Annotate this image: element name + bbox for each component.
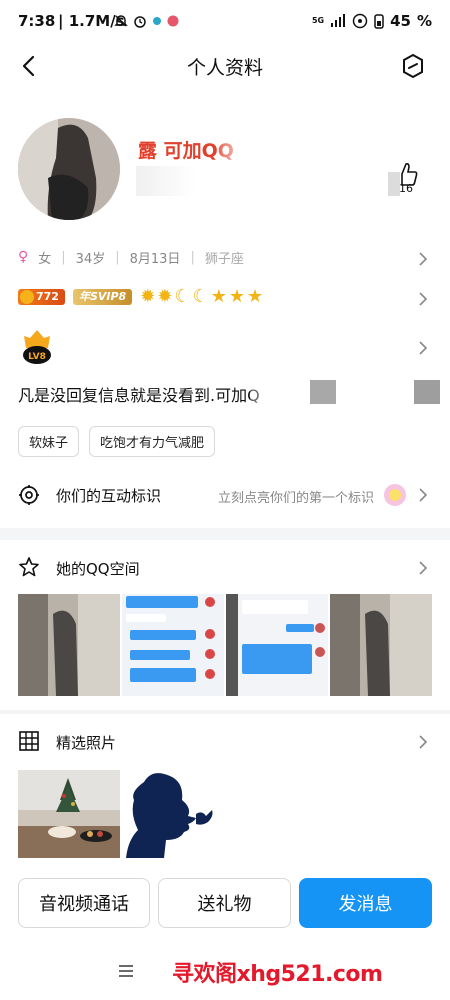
medal-label: LV8 — [28, 352, 46, 362]
signature-mosaic — [250, 380, 310, 406]
nav-bar: 个人资料 — [0, 44, 450, 88]
battery-unit: % — [416, 12, 432, 30]
page-title: 个人资料 — [186, 57, 263, 79]
tag[interactable]: 软妹子 — [18, 426, 80, 457]
svip-badge: 年SVIP8 — [72, 289, 133, 305]
status-icons — [114, 14, 179, 28]
bell-mute-icon — [114, 15, 128, 27]
dessert-photo-image — [18, 770, 120, 858]
chat-screenshot-image — [122, 594, 224, 696]
birthday: 8月13日 — [129, 251, 181, 267]
tag[interactable]: 吃饱才有力气减肥 — [89, 426, 216, 457]
badges-row[interactable]: 772 年SVIP8 ✹ ✹ ☾ ☾ ★ ★ ★ — [18, 288, 263, 306]
battery-level: 45 — [390, 12, 411, 30]
star-icon: ★ — [246, 286, 264, 307]
app-notification-icon-2 — [167, 15, 179, 27]
qzone-photo-image — [330, 594, 432, 696]
divider: | — [115, 249, 120, 265]
interaction-mark-row[interactable]: 你们的互动标识 立刻点亮你们的第一个标识 — [0, 470, 450, 520]
battery-icon — [374, 14, 384, 29]
nickname-mosaic — [218, 132, 278, 162]
selected-photos-section[interactable]: 精选照片 — [0, 714, 450, 864]
app-notification-icon — [153, 17, 161, 25]
signal-icon — [331, 14, 346, 27]
divider: | — [61, 249, 66, 265]
divider: | — [190, 249, 195, 265]
av-call-button[interactable]: 音视频通话 — [18, 878, 150, 928]
moon-icon: ☾ — [174, 286, 191, 307]
qzone-photo[interactable] — [226, 594, 328, 696]
medal-icon: LV8 — [23, 330, 51, 364]
signature: 凡是没回复信息就是没看到.可加Q — [18, 386, 260, 405]
selected-photo[interactable] — [18, 770, 120, 858]
basic-info-row[interactable]: ♀ 女 | 34岁 | 8月13日 | 狮子座 — [18, 246, 244, 268]
qzone-photo[interactable] — [122, 594, 224, 696]
female-icon: ♀ — [18, 249, 29, 265]
subtitle-mosaic — [136, 166, 196, 196]
network-type: 5G — [311, 16, 325, 25]
send-message-button[interactable]: 发消息 — [299, 878, 432, 928]
grid-icon — [19, 731, 39, 751]
menu-icon[interactable] — [118, 964, 134, 978]
alarm-icon — [134, 16, 146, 28]
qzone-photo[interactable] — [330, 594, 432, 696]
status-time: 7:38 — [18, 12, 56, 30]
selected-photo[interactable] — [122, 770, 224, 858]
gender: 女 — [38, 251, 52, 267]
flower-mark-icon — [384, 484, 406, 506]
qzone-photo-image — [18, 594, 120, 696]
chevron-right-icon — [419, 252, 428, 266]
sun-icon: ✹ — [140, 286, 156, 307]
hotspot-icon — [352, 13, 368, 29]
status-bar: 7:38 | 1.7M/s 5G 45 % — [0, 0, 450, 44]
sun-icon: ✹ — [157, 286, 173, 307]
zodiac: 狮子座 — [204, 251, 244, 267]
chat-screenshot-image — [226, 594, 328, 696]
signature-mosaic — [414, 380, 440, 404]
gear-icon — [19, 485, 39, 505]
tags-row: 软妹子 吃饱才有力气减肥 — [18, 426, 216, 457]
avatar-image — [18, 118, 120, 220]
interaction-label: 你们的互动标识 — [56, 487, 162, 505]
avatar[interactable] — [18, 118, 120, 220]
photos-title: 精选照片 — [56, 734, 117, 752]
silhouette-photo-image — [122, 770, 224, 858]
chevron-right-icon — [419, 292, 428, 306]
star-icon: ★ — [228, 286, 245, 307]
qzone-photo[interactable] — [18, 594, 120, 696]
qzone-title: 她的QQ空间 — [56, 560, 140, 578]
age: 34岁 — [75, 251, 106, 267]
qq-level-icons: ✹ ✹ ☾ ☾ ★ ★ ★ — [140, 288, 263, 306]
chevron-right-icon — [419, 488, 428, 502]
level-badge: 772 — [18, 289, 65, 305]
watermark: 寻欢阁xhg521.com — [172, 962, 383, 987]
chevron-right-icon — [419, 735, 428, 749]
chevron-right-icon — [419, 561, 428, 575]
signature-mosaic — [310, 380, 336, 404]
star-outline-icon — [19, 557, 39, 577]
edit-hexagon-button[interactable] — [401, 53, 425, 79]
send-gift-button[interactable]: 送礼物 — [158, 878, 291, 928]
chevron-right-icon — [419, 341, 428, 355]
star-icon: ★ — [210, 286, 227, 307]
interaction-hint: 立刻点亮你们的第一个标识 — [218, 491, 375, 506]
qzone-section[interactable]: 她的QQ空间 — [0, 540, 450, 710]
like-count: 16 — [399, 182, 413, 195]
status-right: 5G 45 % — [312, 12, 432, 30]
moon-icon: ☾ — [192, 286, 209, 307]
medal-badge[interactable]: LV8 — [20, 328, 54, 366]
